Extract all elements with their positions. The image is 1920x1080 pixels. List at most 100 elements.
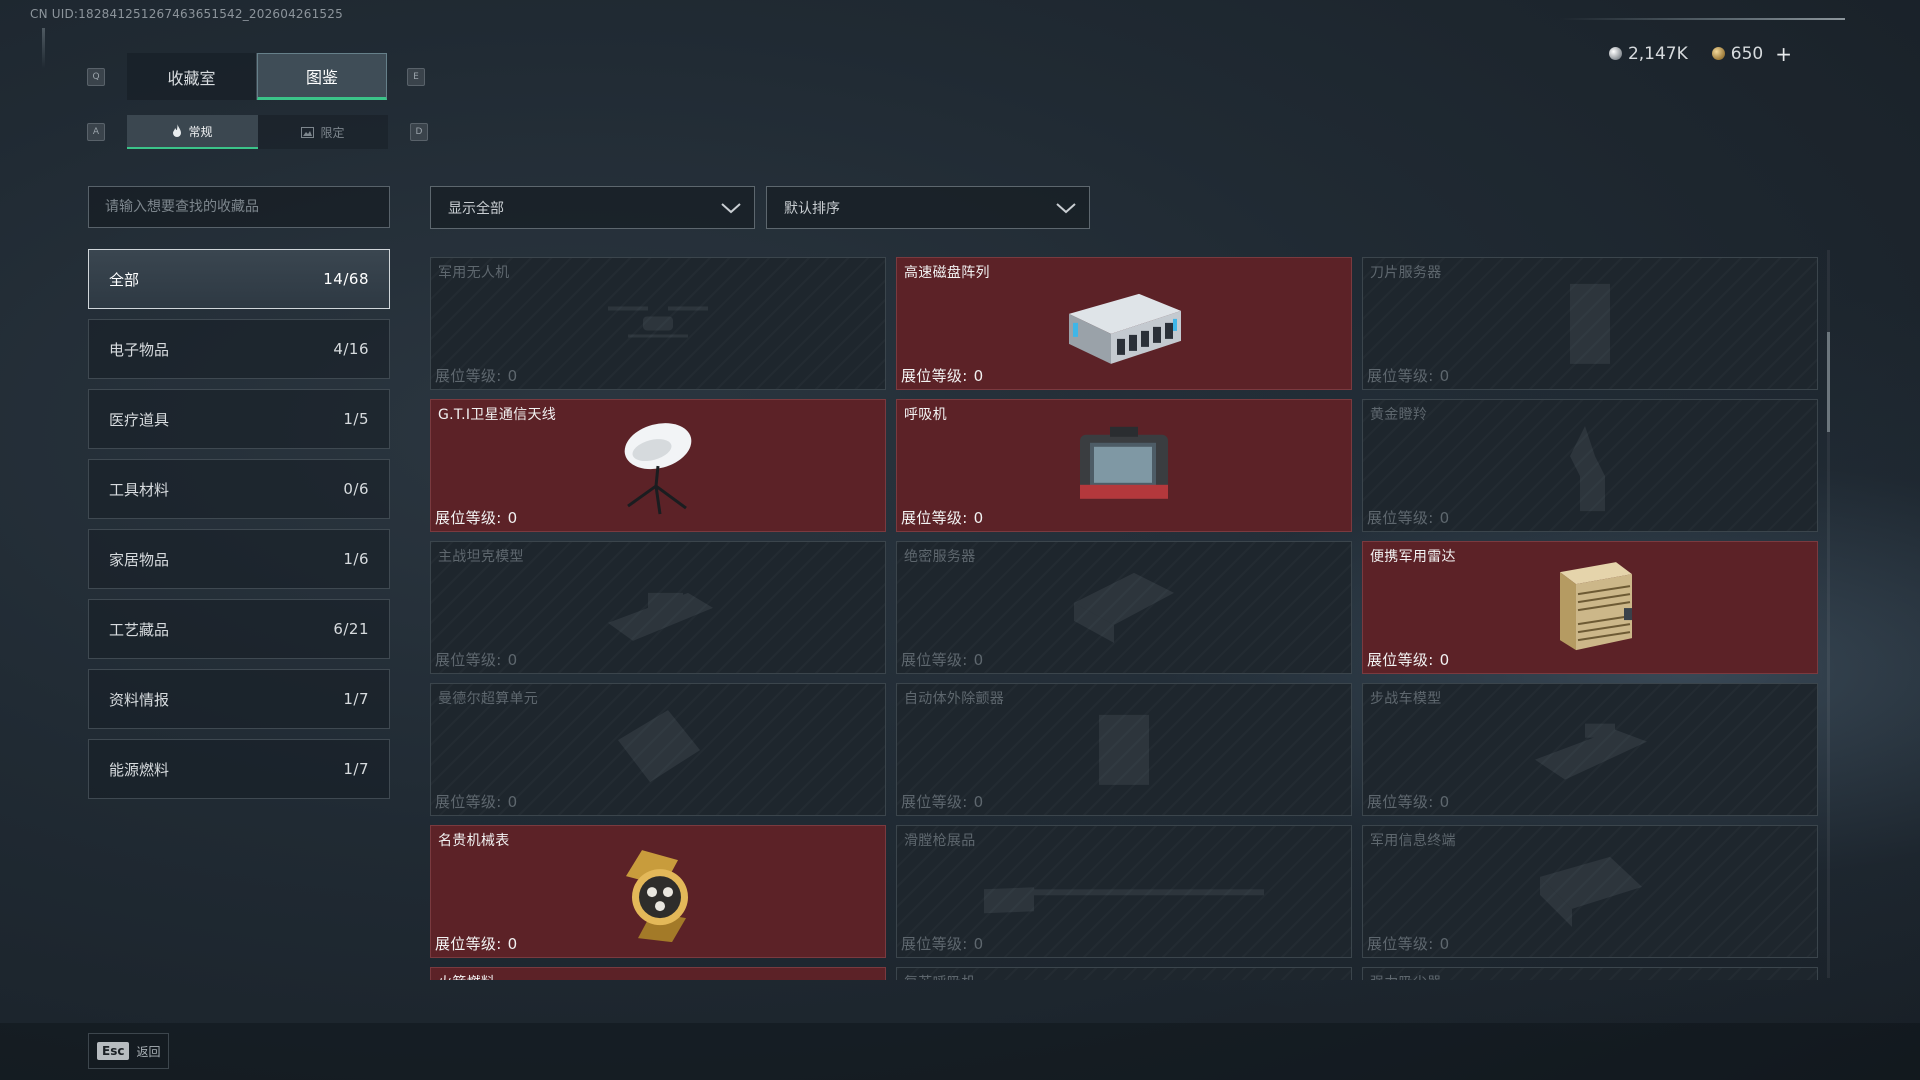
- silver-currency: 2,147K: [1608, 44, 1688, 64]
- drone-icon: [598, 288, 718, 362]
- category-intel[interactable]: 资料情报 1/7: [88, 669, 390, 729]
- item-display-level: 展位等级: 0: [435, 365, 517, 386]
- image-icon: [301, 126, 315, 138]
- category-tools[interactable]: 工具材料 0/6: [88, 459, 390, 519]
- collection-item-card[interactable]: 复苏呼吸机: [896, 967, 1352, 980]
- back-button[interactable]: Esc 返回: [88, 1033, 170, 1069]
- ifv-model-icon: [1525, 709, 1655, 793]
- level-label: 展位等级:: [1367, 367, 1434, 385]
- sort-selected: 默认排序: [784, 200, 840, 217]
- collection-item-card[interactable]: G.T.I卫星通信天线 展位等级: 0: [430, 399, 886, 532]
- category-household[interactable]: 家居物品 1/6: [88, 529, 390, 589]
- musket-icon: [974, 861, 1274, 925]
- server-icon: [1064, 562, 1184, 656]
- item-display-level: 展位等级: 0: [1367, 649, 1449, 670]
- collection-item-card[interactable]: 便携军用雷达展位等级: 0: [1362, 541, 1818, 674]
- collection-grid: 军用无人机 展位等级: 0 高速磁盘阵列 展位等级: 0 刀片服务器 展位等级: 0 G.T.I卫…: [430, 257, 1820, 980]
- tab-atlas[interactable]: 图鉴: [257, 53, 387, 100]
- item-display-level: 展位等级: 0: [1367, 933, 1449, 954]
- collection-item-card[interactable]: 刀片服务器展位等级: 0: [1362, 257, 1818, 390]
- sort-dropdown[interactable]: 默认排序: [766, 186, 1090, 229]
- item-display-level: 展位等级: 0: [435, 933, 517, 954]
- level-value: 0: [973, 651, 984, 669]
- level-value: 0: [507, 509, 518, 527]
- collection-item-card[interactable]: 绝密服务器 展位等级: 0: [896, 541, 1352, 674]
- filter-dropdown[interactable]: 显示全部: [430, 186, 755, 229]
- disk-array-icon: [1059, 278, 1189, 372]
- item-name: 军用无人机: [438, 265, 510, 281]
- collection-item-card[interactable]: 主战坦克模型 展位等级: 0: [430, 541, 886, 674]
- level-value: 0: [973, 367, 984, 385]
- item-name: 复苏呼吸机: [904, 972, 976, 980]
- collection-item-card[interactable]: 军用信息终端 展位等级: 0: [1362, 825, 1818, 958]
- collection-item-card[interactable]: 火箭燃料: [430, 967, 886, 980]
- decorative-line: [42, 28, 45, 68]
- category-medical[interactable]: 医疗道具 1/5: [88, 389, 390, 449]
- subtab-limited[interactable]: 限定: [258, 115, 388, 149]
- category-energy[interactable]: 能源燃料 1/7: [88, 739, 390, 799]
- level-value: 0: [1439, 651, 1450, 669]
- category-label: 医疗道具: [109, 410, 170, 429]
- category-crafts[interactable]: 工艺藏品 6/21: [88, 599, 390, 659]
- key-hint-next-tab: E: [407, 68, 425, 86]
- level-label: 展位等级:: [435, 651, 502, 669]
- collection-item-card[interactable]: 高速磁盘阵列 展位等级: 0: [896, 257, 1352, 390]
- item-display-level: 展位等级: 0: [901, 933, 983, 954]
- level-label: 展位等级:: [901, 509, 968, 527]
- item-name: 曼德尔超算单元: [438, 691, 539, 707]
- category-label: 能源燃料: [109, 760, 170, 779]
- collection-item-card[interactable]: 呼吸机 展位等级: 0: [896, 399, 1352, 532]
- tab-collection-room[interactable]: 收藏室: [127, 53, 257, 100]
- collection-item-card[interactable]: 滑膛枪展品 展位等级: 0: [896, 825, 1352, 958]
- collection-item-card[interactable]: 名贵机械表展位等级: 0: [430, 825, 886, 958]
- item-name: 名贵机械表: [438, 833, 510, 849]
- category-label: 家居物品: [109, 550, 170, 569]
- category-count: 4/16: [333, 340, 369, 358]
- level-label: 展位等级:: [435, 935, 502, 953]
- key-hint-prev-tab: Q: [87, 68, 105, 86]
- gold-amount: 650: [1730, 44, 1764, 64]
- collection-item-card[interactable]: 黄金瞪羚 展位等级: 0: [1362, 399, 1818, 532]
- category-electronics[interactable]: 电子物品 4/16: [88, 319, 390, 379]
- item-name: 高速磁盘阵列: [904, 265, 990, 281]
- level-value: 0: [1439, 509, 1450, 527]
- item-display-level: 展位等级: 0: [901, 649, 983, 670]
- esc-key-icon: Esc: [97, 1042, 130, 1060]
- level-label: 展位等级:: [435, 509, 502, 527]
- item-name: 强力吸尘器: [1370, 972, 1442, 980]
- collection-item-card[interactable]: 强力吸尘器: [1362, 967, 1818, 980]
- collection-item-card[interactable]: 曼德尔超算单元 展位等级: 0: [430, 683, 886, 816]
- level-value: 0: [507, 367, 518, 385]
- category-count: 14/68: [323, 270, 369, 288]
- currency-bar: 2,147K 650 +: [1608, 42, 1792, 66]
- item-name: 便携军用雷达: [1370, 549, 1456, 565]
- level-label: 展位等级:: [1367, 935, 1434, 953]
- collection-item-card[interactable]: 军用无人机展位等级: 0: [430, 257, 886, 390]
- add-currency-button[interactable]: +: [1775, 42, 1792, 66]
- ventilator-icon: [1074, 422, 1174, 512]
- scrollbar-thumb[interactable]: [1827, 332, 1830, 432]
- level-value: 0: [507, 651, 518, 669]
- chevron-down-icon: [1056, 202, 1076, 213]
- back-label: 返回: [136, 1044, 161, 1059]
- filter-selected: 显示全部: [448, 200, 504, 217]
- search-input[interactable]: [88, 186, 390, 228]
- category-count: 1/7: [343, 760, 369, 778]
- radar-icon: [1540, 558, 1640, 662]
- level-label: 展位等级:: [901, 793, 968, 811]
- collection-item-card[interactable]: 自动体外除颤器 展位等级: 0: [896, 683, 1352, 816]
- satellite-dish-icon: [608, 416, 708, 520]
- flame-icon: [173, 124, 182, 137]
- item-name: 黄金瞪羚: [1370, 407, 1428, 423]
- gold-coin-icon: [1711, 47, 1725, 60]
- category-all[interactable]: 全部 14/68: [88, 249, 390, 309]
- collection-item-card[interactable]: 步战车模型 展位等级: 0: [1362, 683, 1818, 816]
- blade-server-icon: [1550, 278, 1630, 372]
- level-value: 0: [973, 793, 984, 811]
- item-name: 刀片服务器: [1370, 265, 1442, 281]
- item-display-level: 展位等级: 0: [1367, 365, 1449, 386]
- subtab-normal[interactable]: 常规: [127, 115, 258, 149]
- item-name: 自动体外除颤器: [904, 691, 1005, 707]
- key-hint-next-subtab: D: [410, 123, 428, 141]
- category-count: 1/7: [343, 690, 369, 708]
